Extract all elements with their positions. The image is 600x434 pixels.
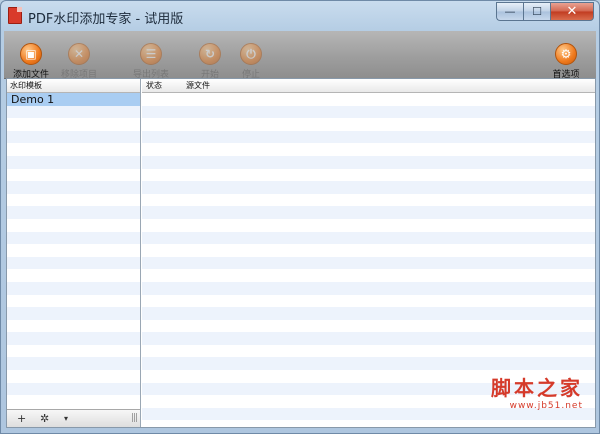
file-list-header: 状态 源文件 (142, 79, 595, 93)
list-item (7, 193, 140, 207)
preferences-button[interactable]: ⚙ 首选项 (541, 43, 591, 80)
table-row (142, 319, 595, 333)
stop-button[interactable]: ⏻ 停止 (226, 43, 276, 80)
list-item (7, 319, 140, 333)
add-file-button[interactable]: ▣ 添加文件 (6, 43, 56, 80)
list-item (7, 218, 140, 232)
resize-grip-icon[interactable]: ||| (131, 413, 138, 423)
list-item (7, 395, 140, 408)
template-list: Demo 1 (7, 93, 140, 408)
list-item (7, 143, 140, 156)
list-item (7, 307, 140, 320)
export-list-button[interactable]: ☰ 导出列表 (126, 43, 176, 80)
minimize-button[interactable]: — (496, 2, 523, 21)
pdf-app-icon (8, 7, 22, 24)
site-watermark: 脚本之家 www.jb51.net (491, 372, 583, 411)
template-item-demo-1[interactable]: Demo 1 (7, 93, 140, 106)
source-file-column-header[interactable]: 源文件 (186, 79, 210, 92)
list-item (7, 155, 140, 169)
watermark-url: www.jb51.net (509, 401, 583, 411)
list-item (7, 370, 140, 383)
watermark-title: 脚本之家 (491, 376, 583, 400)
table-row (142, 193, 595, 207)
template-list-footer: + ✲ ▾ ||| (7, 409, 140, 427)
template-settings-button[interactable]: ✲ (40, 412, 49, 425)
table-row (142, 256, 595, 270)
close-button[interactable]: ✕ (550, 2, 594, 21)
template-list-header[interactable]: 水印模板 (7, 79, 140, 93)
table-row (142, 181, 595, 194)
add-file-icon: ▣ (20, 43, 42, 65)
list-item (7, 244, 140, 257)
list-item (7, 105, 140, 119)
list-item (7, 382, 140, 396)
table-row (142, 130, 595, 144)
list-item (7, 332, 140, 345)
remove-item-button[interactable]: ✕ 移除项目 (54, 43, 104, 80)
table-row (142, 143, 595, 156)
gear-icon: ⚙ (555, 43, 577, 65)
template-column-header[interactable]: 水印模板 (10, 79, 42, 92)
list-item (7, 344, 140, 358)
table-row (142, 294, 595, 308)
table-row (142, 168, 595, 182)
window-title: PDF水印添加专家 - 试用版 (28, 12, 184, 27)
list-item (7, 294, 140, 308)
remove-icon: ✕ (68, 43, 90, 65)
table-row (142, 244, 595, 257)
list-item (7, 256, 140, 270)
list-item (7, 269, 140, 282)
power-icon: ⏻ (240, 43, 262, 65)
table-row (142, 307, 595, 320)
status-column-header[interactable]: 状态 (146, 79, 162, 92)
template-list-pane: 水印模板 Demo 1 + ✲ ▾ ||| (7, 79, 141, 427)
table-row (142, 218, 595, 232)
table-row (142, 155, 595, 169)
table-row (142, 206, 595, 219)
list-item (7, 118, 140, 131)
table-row (142, 231, 595, 245)
toolbar: ▣ 添加文件 ✕ 移除项目 ☰ 导出列表 ↻ 开始 ⏻ 停止 ⚙ 首选项 (4, 31, 596, 80)
export-list-icon: ☰ (140, 43, 162, 65)
list-item (7, 231, 140, 245)
title-bar[interactable]: PDF水印添加专家 - 试用版 — ☐ ✕ (1, 1, 599, 31)
list-item (7, 130, 140, 144)
table-row (142, 105, 595, 119)
table-row (142, 332, 595, 345)
table-row (142, 281, 595, 295)
list-item (7, 357, 140, 371)
maximize-button[interactable]: ☐ (523, 2, 550, 21)
table-row (142, 269, 595, 282)
table-row (142, 118, 595, 131)
list-item (7, 168, 140, 182)
app-window: PDF水印添加专家 - 试用版 — ☐ ✕ ▣ 添加文件 ✕ 移除项目 ☰ 导出… (0, 0, 600, 434)
list-item (7, 181, 140, 194)
table-row (142, 93, 595, 106)
list-item (7, 206, 140, 219)
window-controls: — ☐ ✕ (496, 2, 594, 22)
table-row (142, 344, 595, 358)
add-template-button[interactable]: + (17, 412, 26, 425)
refresh-icon: ↻ (199, 43, 221, 65)
list-item (7, 281, 140, 295)
main-content: 水印模板 Demo 1 + ✲ ▾ ||| 状态 源文件 脚本之家 www.jb… (6, 78, 596, 428)
file-list-pane: 状态 源文件 脚本之家 www.jb51.net (142, 79, 595, 427)
table-row (142, 357, 595, 371)
chevron-down-icon[interactable]: ▾ (64, 414, 68, 423)
